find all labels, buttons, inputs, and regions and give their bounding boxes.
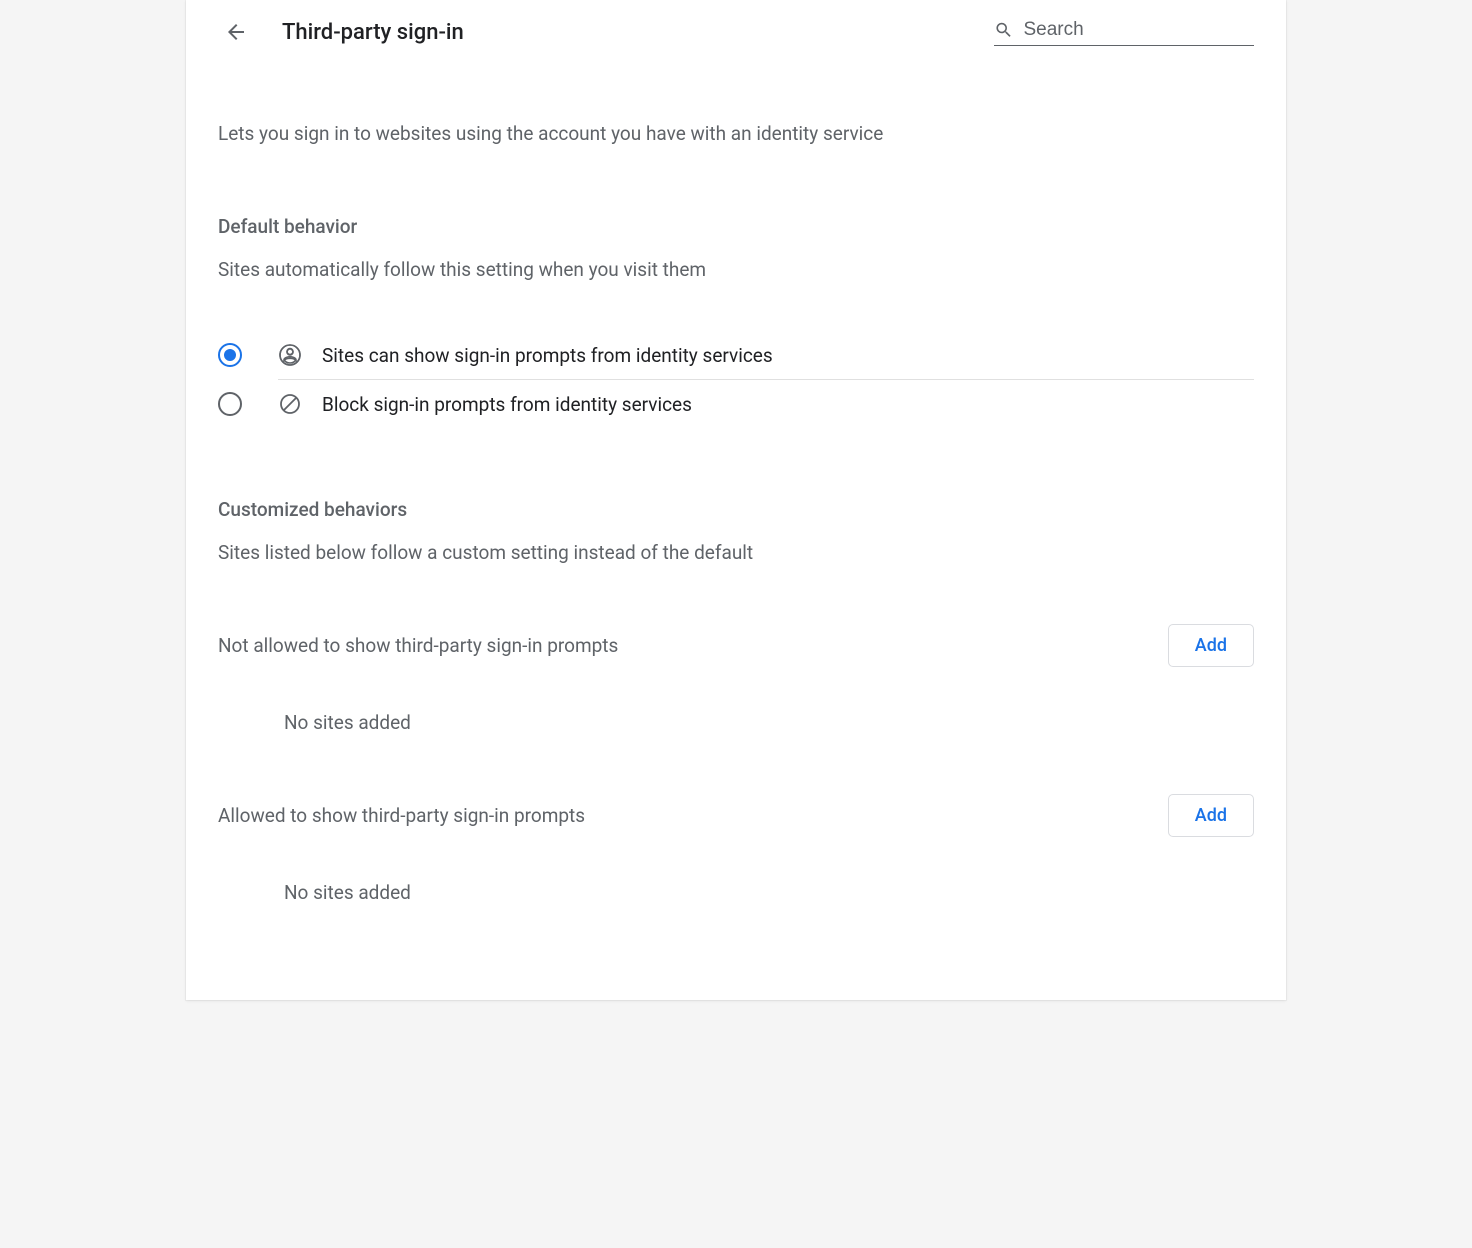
radio-label-allow: Sites can show sign-in prompts from iden… <box>322 344 773 367</box>
page-description: Lets you sign in to websites using the a… <box>218 122 1254 145</box>
block-icon <box>278 392 302 416</box>
header-row: Third-party sign-in <box>218 0 1254 50</box>
radio-option-block[interactable]: Block sign-in prompts from identity serv… <box>218 380 1254 428</box>
allowed-empty: No sites added <box>284 881 1254 904</box>
radio-button-block[interactable] <box>218 392 242 416</box>
radio-button-allow[interactable] <box>218 343 242 367</box>
radio-option-allow[interactable]: Sites can show sign-in prompts from iden… <box>218 331 1254 379</box>
default-behavior-heading: Default behavior <box>218 215 1254 238</box>
back-button[interactable] <box>218 14 254 50</box>
add-allowed-button[interactable]: Add <box>1168 794 1254 837</box>
default-behavior-subtext: Sites automatically follow this setting … <box>218 258 1254 281</box>
not-allowed-label: Not allowed to show third-party sign-in … <box>218 634 618 657</box>
custom-behavior-subtext: Sites listed below follow a custom setti… <box>218 541 1254 564</box>
add-not-allowed-button[interactable]: Add <box>1168 624 1254 667</box>
arrow-back-icon <box>224 20 248 44</box>
radio-label-block: Block sign-in prompts from identity serv… <box>322 393 692 416</box>
radio-group: Sites can show sign-in prompts from iden… <box>218 331 1254 428</box>
not-allowed-row: Not allowed to show third-party sign-in … <box>218 624 1254 667</box>
not-allowed-empty: No sites added <box>284 711 1254 734</box>
radio-content-block: Block sign-in prompts from identity serv… <box>278 392 1254 416</box>
account-circle-icon <box>278 343 302 367</box>
radio-dot <box>224 349 236 361</box>
search-wrap[interactable] <box>994 19 1254 46</box>
radio-content-allow: Sites can show sign-in prompts from iden… <box>278 343 1254 367</box>
custom-behavior-heading: Customized behaviors <box>218 498 1254 521</box>
allowed-label: Allowed to show third-party sign-in prom… <box>218 804 585 827</box>
allowed-row: Allowed to show third-party sign-in prom… <box>218 794 1254 837</box>
page-title: Third-party sign-in <box>282 20 464 45</box>
search-icon <box>994 19 1014 41</box>
search-input[interactable] <box>1024 19 1255 41</box>
settings-page: Third-party sign-in Lets you sign in to … <box>186 0 1286 1000</box>
